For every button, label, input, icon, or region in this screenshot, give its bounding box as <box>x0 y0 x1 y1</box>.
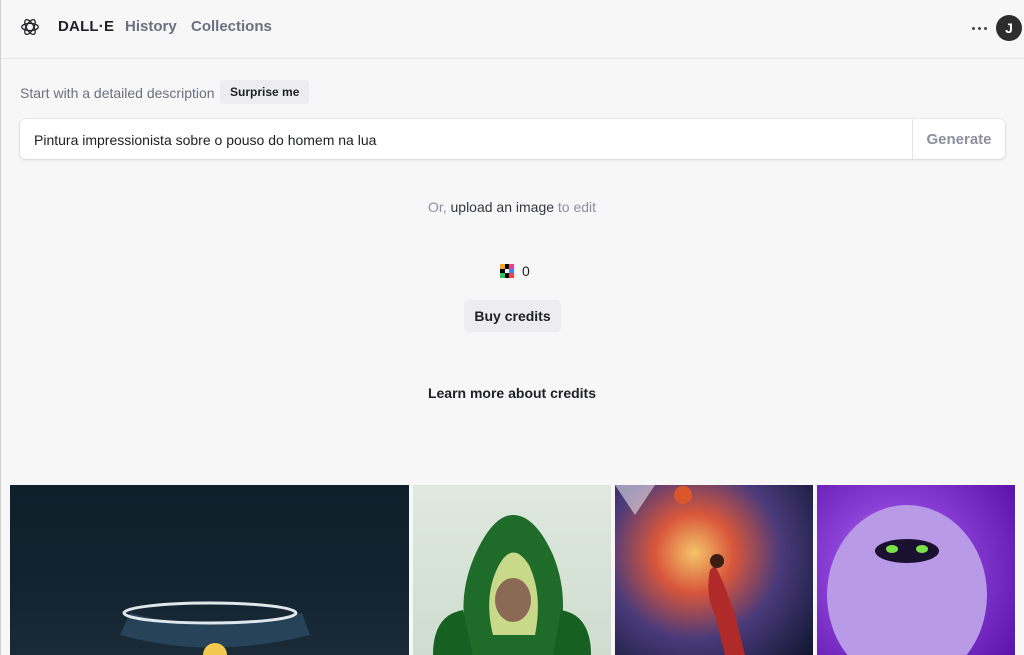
avocado-chair-image[interactable] <box>413 485 611 655</box>
prompt-box: Generate <box>20 119 1005 161</box>
prompt-input[interactable] <box>32 119 906 161</box>
dot-icon <box>971 26 975 30</box>
credits-icon <box>500 264 514 278</box>
nav-history[interactable]: History <box>125 18 177 35</box>
upload-image-link[interactable]: upload an image <box>451 199 555 215</box>
top-bar: DALL·E History Collections J <box>1 0 1024 59</box>
purple-monster-image[interactable] <box>817 485 1015 655</box>
dot-icon <box>977 26 981 30</box>
more-options-button[interactable] <box>969 18 989 38</box>
credit-count: 0 <box>522 263 530 279</box>
buy-credits-button[interactable]: Buy credits <box>464 300 561 332</box>
surprise-me-button[interactable]: Surprise me <box>220 80 310 104</box>
dot-icon <box>983 26 987 30</box>
credits-indicator: 0 <box>500 263 530 279</box>
nav-collections[interactable]: Collections <box>191 18 272 35</box>
upload-line: Or, upload an image to edit <box>0 199 1024 215</box>
prompt-hint: Start with a detailed description <box>20 85 215 101</box>
cosmic-basketball-image[interactable] <box>615 485 813 655</box>
learn-more-credits-link[interactable]: Learn more about credits <box>0 385 1024 401</box>
upload-prefix: Or, <box>427 199 451 215</box>
generate-button[interactable]: Generate <box>912 119 1005 159</box>
openai-logo-icon[interactable] <box>19 16 41 38</box>
user-avatar[interactable]: J <box>996 15 1022 41</box>
fishbowl-image[interactable] <box>10 485 409 655</box>
brand-title[interactable]: DALL·E <box>58 18 114 35</box>
upload-suffix: to edit <box>554 199 597 215</box>
